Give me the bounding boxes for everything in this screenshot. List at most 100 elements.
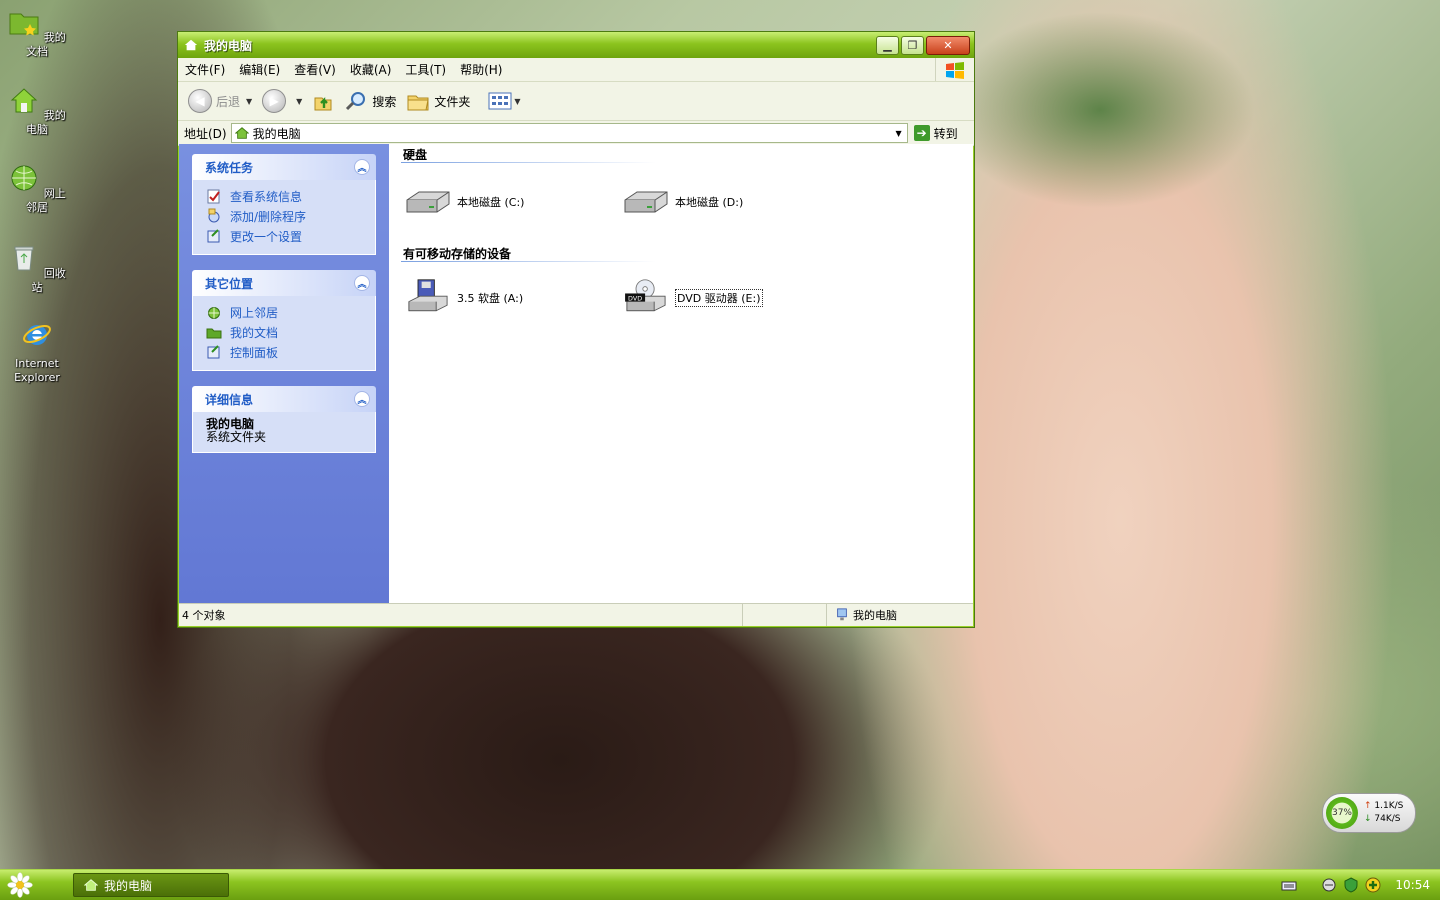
chevron-down-icon[interactable]: ▼: [891, 129, 907, 138]
menu-edit[interactable]: 编辑(E): [232, 61, 287, 78]
back-arrow-icon: ◀: [188, 89, 212, 113]
menu-view[interactable]: 查看(V): [287, 61, 343, 78]
collapse-icon[interactable]: ︽: [354, 275, 370, 291]
panel-title: 其它位置: [205, 276, 254, 291]
up-button[interactable]: [312, 90, 334, 112]
link-my-documents[interactable]: 我的文档: [206, 322, 365, 342]
drive-label: 本地磁盘 (D:): [675, 196, 744, 209]
upload-rate: ↑ 1.1K/S: [1364, 800, 1403, 813]
desktop-icon-label: Internet Explorer: [14, 357, 60, 384]
forward-button[interactable]: ▶ ▼: [262, 89, 302, 113]
drive-label: DVD 驱动器 (E:): [675, 289, 763, 307]
link-add-remove-programs[interactable]: 添加/删除程序: [206, 206, 365, 226]
view-grid-icon: [488, 92, 512, 110]
home-icon: [184, 39, 198, 51]
panel-header[interactable]: 详细信息 ︽: [192, 386, 376, 412]
desktop-icon-network[interactable]: 网上邻居: [6, 162, 68, 215]
internet-explorer-icon: [23, 324, 51, 345]
globe-icon: [208, 307, 220, 319]
network-icon[interactable]: [1321, 877, 1337, 893]
panel-title: 系统任务: [205, 160, 254, 175]
clock[interactable]: 10:54: [1395, 878, 1430, 892]
home-icon: [234, 127, 249, 139]
menu-file[interactable]: 文件(F): [178, 61, 232, 78]
forward-arrow-icon: ▶: [262, 89, 287, 113]
drive-c[interactable]: 本地磁盘 (C:): [403, 182, 524, 222]
start-button[interactable]: [0, 870, 40, 900]
group-divider: [401, 162, 656, 163]
collapse-icon[interactable]: ︽: [354, 391, 370, 407]
back-label: 后退: [216, 94, 241, 109]
windows-flag-icon: [946, 61, 964, 79]
menu-bar: 文件(F) 编辑(E) 查看(V) 收藏(A) 工具(T) 帮助(H): [178, 58, 974, 82]
address-input[interactable]: 我的电脑 ▼: [230, 123, 908, 143]
search-label: 搜索: [372, 94, 397, 109]
desktop-icon-ie[interactable]: Internet Explorer: [6, 318, 68, 385]
desktop-icon-my-computer[interactable]: 我的电脑: [6, 84, 68, 137]
menu-help[interactable]: 帮助(H): [453, 61, 509, 78]
window-title: 我的电脑: [204, 38, 253, 53]
keyboard-icon[interactable]: [1281, 877, 1297, 893]
add-remove-programs-icon: [208, 208, 220, 223]
arrow-up-icon: ↑: [1364, 801, 1372, 811]
desktop-icon-my-documents[interactable]: 我的文档: [6, 6, 68, 59]
link-view-system-info[interactable]: 查看系统信息: [206, 186, 365, 206]
panel-header[interactable]: 系统任务 ︽: [192, 154, 376, 180]
folders-button[interactable]: 文件夹: [406, 90, 470, 112]
go-button[interactable]: ➔ 转到: [913, 125, 958, 142]
drive-a[interactable]: 3.5 软盘 (A:): [403, 278, 523, 318]
drive-d[interactable]: 本地磁盘 (D:): [621, 182, 743, 222]
link-label: 网上邻居: [230, 305, 279, 320]
group-title-hard-disks: 硬盘: [403, 148, 428, 162]
shield-icon[interactable]: [1343, 877, 1359, 893]
link-label: 控制面板: [230, 345, 279, 360]
svg-text:DVD: DVD: [628, 295, 642, 302]
computer-icon: [837, 608, 847, 621]
collapse-icon[interactable]: ︽: [354, 159, 370, 175]
search-button[interactable]: 搜索: [344, 90, 396, 112]
views-button[interactable]: ▼: [488, 91, 521, 111]
drive-e[interactable]: DVD DVD 驱动器 (E:): [621, 278, 763, 318]
link-label: 我的文档: [230, 325, 279, 340]
panel-details: 详细信息 ︽ 我的电脑 系统文件夹: [192, 386, 376, 453]
usage-ring: 37%: [1326, 797, 1358, 829]
title-bar[interactable]: 我的电脑 ▁ ❐ ✕: [178, 32, 974, 58]
minimize-button[interactable]: ▁: [876, 35, 899, 55]
security-plus-icon[interactable]: [1365, 877, 1381, 893]
menu-tools[interactable]: 工具(T): [398, 61, 453, 78]
link-control-panel[interactable]: 控制面板: [206, 342, 365, 362]
chevron-down-icon: ▼: [246, 96, 253, 106]
link-label: 更改一个设置: [230, 229, 303, 244]
link-network-places[interactable]: 网上邻居: [206, 302, 365, 322]
globe-icon: [11, 165, 37, 191]
status-cell-empty: [743, 604, 827, 626]
taskbar-button-label: 我的电脑: [104, 878, 153, 893]
back-button[interactable]: ◀ 后退 ▼: [188, 89, 252, 113]
home-icon: [10, 88, 38, 113]
status-location: 我的电脑: [827, 604, 897, 626]
system-info-icon: [207, 189, 220, 204]
system-tray: 10:54: [1281, 870, 1440, 900]
close-icon: ✕: [943, 38, 953, 52]
task-pane: 系统任务 ︽ 查看系统信息 添加/删除程序 更改一个设置 其它位置 ︽ 网上邻居…: [179, 144, 389, 603]
maximize-button[interactable]: ❐: [901, 35, 924, 55]
link-label: 添加/删除程序: [230, 209, 307, 224]
panel-header[interactable]: 其它位置 ︽: [192, 270, 376, 296]
close-button[interactable]: ✕: [926, 35, 970, 55]
status-object-count: 4 个对象: [179, 604, 743, 626]
address-label: 地址(D): [184, 126, 227, 141]
group-divider: [401, 261, 656, 262]
home-icon: [84, 879, 98, 891]
menu-favorites[interactable]: 收藏(A): [343, 61, 399, 78]
link-change-setting[interactable]: 更改一个设置: [206, 226, 365, 246]
window-body: 系统任务 ︽ 查看系统信息 添加/删除程序 更改一个设置 其它位置 ︽ 网上邻居…: [179, 144, 973, 603]
hard-disk-icon: [624, 191, 668, 213]
explorer-window: 我的电脑 ▁ ❐ ✕ 文件(F) 编辑(E) 查看(V) 收藏(A) 工具(T)…: [177, 31, 975, 628]
go-arrow-icon: ➔: [913, 125, 930, 141]
search-icon: [346, 92, 366, 111]
taskbar-button-my-computer[interactable]: 我的电脑: [73, 873, 229, 897]
chevron-down-icon: ▼: [514, 96, 521, 106]
desktop-icon-recycle-bin[interactable]: 回收站: [6, 242, 68, 295]
panel-title: 详细信息: [205, 392, 254, 407]
network-monitor-widget[interactable]: 37% ↑ 1.1K/S ↓ 74K/S: [1322, 793, 1416, 833]
